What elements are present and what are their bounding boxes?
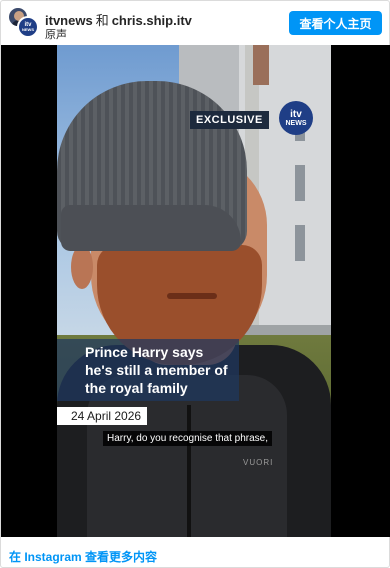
mouth	[167, 293, 217, 299]
account-names: itvnews 和 chris.ship.itv	[45, 10, 192, 29]
avatar-stack[interactable]: itv NEWS	[7, 6, 39, 38]
headline-text: Prince Harry says he's still a member of…	[85, 344, 228, 396]
embed-footer: 在 Instagram 查看更多内容	[1, 537, 390, 568]
brick-detail	[253, 45, 269, 85]
logo-news-text: NEWS	[285, 119, 307, 127]
itv-news-logo-icon: itv NEWS	[279, 101, 313, 135]
secondary-account-link[interactable]: chris.ship.itv	[112, 13, 192, 28]
view-profile-button[interactable]: 查看个人主页	[289, 11, 382, 35]
building-window	[295, 225, 305, 261]
building-window	[295, 165, 305, 201]
embed-header: itv NEWS itvnews 和 chris.ship.itv 原声 查看个人主…	[1, 1, 390, 45]
video-frame[interactable]: VUORI EXCLUSIVE itv NEWS Prince Harry sa…	[57, 45, 331, 537]
headline-overlay: Prince Harry says he's still a member of…	[57, 339, 239, 401]
audio-label[interactable]: 原声	[45, 26, 67, 42]
account-conjunction: 和	[95, 13, 109, 28]
exclusive-badge: EXCLUSIVE	[190, 111, 269, 129]
date-label: 24 April 2026	[57, 407, 148, 425]
instagram-embed: itv NEWS itvnews 和 chris.ship.itv 原声 查看个人主…	[0, 0, 390, 568]
video-subtitle: Harry, do you recognise that phrase,	[103, 431, 273, 446]
beanie-brim	[61, 205, 241, 251]
video-player[interactable]: VUORI EXCLUSIVE itv NEWS Prince Harry sa…	[1, 45, 390, 537]
view-more-on-instagram-link[interactable]: 在 Instagram 查看更多内容	[9, 548, 157, 565]
ear	[71, 245, 93, 289]
avatar-news-text: NEWS	[22, 27, 34, 32]
jacket-brand-mark: VUORI	[243, 458, 274, 467]
itv-news-avatar-icon[interactable]: itv NEWS	[17, 16, 39, 38]
logo-itv-text: itv	[290, 108, 302, 120]
jacket-zip	[187, 405, 191, 537]
